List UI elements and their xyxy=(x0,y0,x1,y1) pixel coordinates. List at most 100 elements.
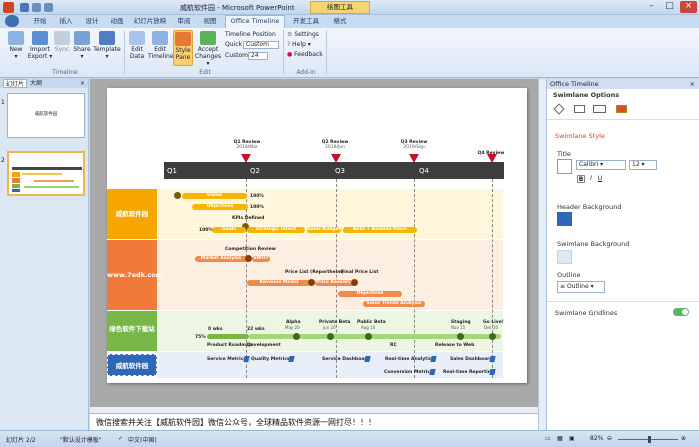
task-sales-budget[interactable]: Sales Budget xyxy=(307,227,341,233)
tab-home[interactable]: 开始 xyxy=(28,16,52,28)
bold-toggle[interactable]: B xyxy=(577,175,585,183)
accept-changes-button[interactable]: Accept Changes ▾ xyxy=(195,31,221,67)
task-price-research[interactable]: Price Research xyxy=(315,280,355,286)
tab-format[interactable]: 格式 xyxy=(328,16,352,28)
quick-position-select[interactable]: Custom xyxy=(243,41,279,49)
timescale-shape-icon[interactable] xyxy=(593,105,606,113)
task-sales-trends[interactable]: Sales Trends Analysis xyxy=(363,301,425,307)
bar-progress[interactable] xyxy=(207,334,249,339)
tab-review[interactable]: 审阅 xyxy=(172,16,196,28)
sorter-view-icon[interactable]: ▦ xyxy=(557,435,563,442)
zoom-slider-thumb[interactable] xyxy=(648,436,651,443)
task-market-analysis[interactable]: Market Analysis xyxy=(195,256,247,262)
task-vision[interactable]: Vision xyxy=(182,193,247,199)
task-marker[interactable] xyxy=(293,333,300,340)
task-objectives[interactable]: Objectives xyxy=(192,204,248,210)
label-22-wks: 22 wks xyxy=(247,327,265,332)
tab-view[interactable]: 视图 xyxy=(198,16,222,28)
task-marker[interactable] xyxy=(308,279,315,286)
task-development: Development xyxy=(247,343,281,348)
edit-data-button[interactable]: Edit Data xyxy=(127,31,147,60)
header-background-swatch[interactable] xyxy=(557,212,572,226)
task-marker[interactable] xyxy=(351,279,358,286)
task-beta-release[interactable]: Beta + Release Plans xyxy=(343,227,417,233)
timescale-bar[interactable] xyxy=(164,162,504,179)
edit-timeline-button[interactable]: Edit Timeline xyxy=(148,31,174,60)
task-marker[interactable] xyxy=(327,333,334,340)
style-pane-button[interactable]: Style Pane xyxy=(173,30,193,66)
task-strategic-intent[interactable]: Strategic Intent xyxy=(247,227,305,233)
underline-toggle[interactable]: U xyxy=(596,175,604,183)
feedback-button[interactable]: ● Feedback xyxy=(287,51,323,59)
slide-thumbnail-1[interactable]: 威航软件园 xyxy=(7,93,85,138)
spellcheck-icon[interactable]: ✓ xyxy=(118,435,123,442)
normal-view-icon[interactable]: ▭ xyxy=(545,435,551,442)
font-size-select[interactable]: 12 ▾ xyxy=(629,160,657,170)
vertical-scrollbar[interactable] xyxy=(538,79,546,430)
task-marker[interactable] xyxy=(245,255,252,262)
close-button[interactable]: × xyxy=(680,1,697,13)
close-pane-icon[interactable]: × xyxy=(690,79,695,89)
gridlines-toggle[interactable] xyxy=(673,308,689,316)
font-family-select[interactable]: Calibri ▾ xyxy=(576,160,626,170)
new-button[interactable]: New ▾ xyxy=(6,31,26,60)
task-swot[interactable]: SWOT xyxy=(252,256,270,262)
maximize-button[interactable]: □ xyxy=(661,1,678,13)
task-objectives-2[interactable]: Objectives xyxy=(338,291,402,297)
task-service-metrics: Service Metrics xyxy=(207,357,247,362)
import-icon xyxy=(32,31,48,45)
notes-pane[interactable]: 微信搜索并关注【威航软件园】微信公众号，全球精品软件资源一网打尽！！！ xyxy=(90,413,538,430)
title-color-swatch[interactable] xyxy=(557,159,572,174)
task-marker[interactable] xyxy=(174,192,181,199)
task-revenue-model[interactable]: Revenue Model xyxy=(247,280,311,286)
swimlane-header[interactable]: 绿色软件下载站 xyxy=(107,311,157,351)
minimize-button[interactable]: – xyxy=(643,1,660,13)
italic-toggle[interactable]: I xyxy=(587,175,595,183)
swimlane-header[interactable]: 威航软件园 xyxy=(107,189,157,239)
powerpoint-icon[interactable] xyxy=(3,2,14,13)
undo-icon[interactable] xyxy=(32,3,41,12)
task-marker[interactable] xyxy=(365,333,372,340)
swimlane-shape-icon[interactable] xyxy=(616,105,627,113)
redo-icon[interactable] xyxy=(44,3,53,12)
office-button[interactable] xyxy=(5,15,19,27)
tab-animations[interactable]: 动画 xyxy=(105,16,129,28)
swimlane-header[interactable]: www.7edk.com xyxy=(107,240,163,310)
gear-icon: ⚙ xyxy=(287,31,293,38)
pane-title: Office Timeline xyxy=(550,80,599,88)
template-button[interactable]: Template ▾ xyxy=(93,31,121,60)
slide-number: 1 xyxy=(1,99,5,106)
task-goals[interactable]: Goals xyxy=(212,227,246,233)
tab-outline[interactable]: 大纲 xyxy=(28,79,44,88)
tab-insert[interactable]: 插入 xyxy=(54,16,78,28)
tab-slides[interactable]: 幻灯片 xyxy=(3,79,28,88)
milestone-shape-icon[interactable] xyxy=(553,103,565,115)
tab-developer[interactable]: 开发工具 xyxy=(289,16,323,28)
help-button[interactable]: ? Help ▾ xyxy=(287,41,311,49)
close-panel-icon[interactable]: × xyxy=(78,79,87,88)
outline-select[interactable]: ≡ Outline ▾ xyxy=(557,281,605,293)
slideshow-view-icon[interactable]: ▣ xyxy=(569,435,575,442)
zoom-in-icon[interactable]: ⊕ xyxy=(681,435,686,442)
sync-button[interactable]: Sync xyxy=(54,31,70,53)
milestone-date: Aug 10 xyxy=(361,325,376,330)
task-percent: 100% xyxy=(199,228,213,233)
save-icon[interactable] xyxy=(20,3,29,12)
milestone-label: Q3 Review 2019/Sep xyxy=(400,140,428,150)
task-shape-icon[interactable] xyxy=(574,105,585,113)
zoom-level: 82% xyxy=(590,435,604,442)
tab-office-timeline-pro[interactable]: Office Timeline Pro xyxy=(225,15,285,36)
share-button[interactable]: Share ▾ xyxy=(72,31,92,60)
task-marker[interactable] xyxy=(457,333,464,340)
tab-slideshow[interactable]: 幻灯片放映 xyxy=(131,16,169,28)
custom-position-input[interactable]: 24 xyxy=(248,52,268,60)
zoom-out-icon[interactable]: ⊖ xyxy=(607,435,612,442)
swimlane-header-selected[interactable]: 威航软件园 xyxy=(107,354,157,376)
tab-design[interactable]: 设计 xyxy=(80,16,104,28)
settings-button[interactable]: ⚙ Settings xyxy=(287,31,319,39)
slide-thumbnail-2[interactable] xyxy=(7,151,85,196)
task-percent: 100% xyxy=(250,205,264,210)
import-export-button[interactable]: Import Export ▾ xyxy=(27,31,53,60)
swimlane-background-swatch[interactable] xyxy=(557,250,572,264)
task-marker[interactable] xyxy=(489,333,496,340)
